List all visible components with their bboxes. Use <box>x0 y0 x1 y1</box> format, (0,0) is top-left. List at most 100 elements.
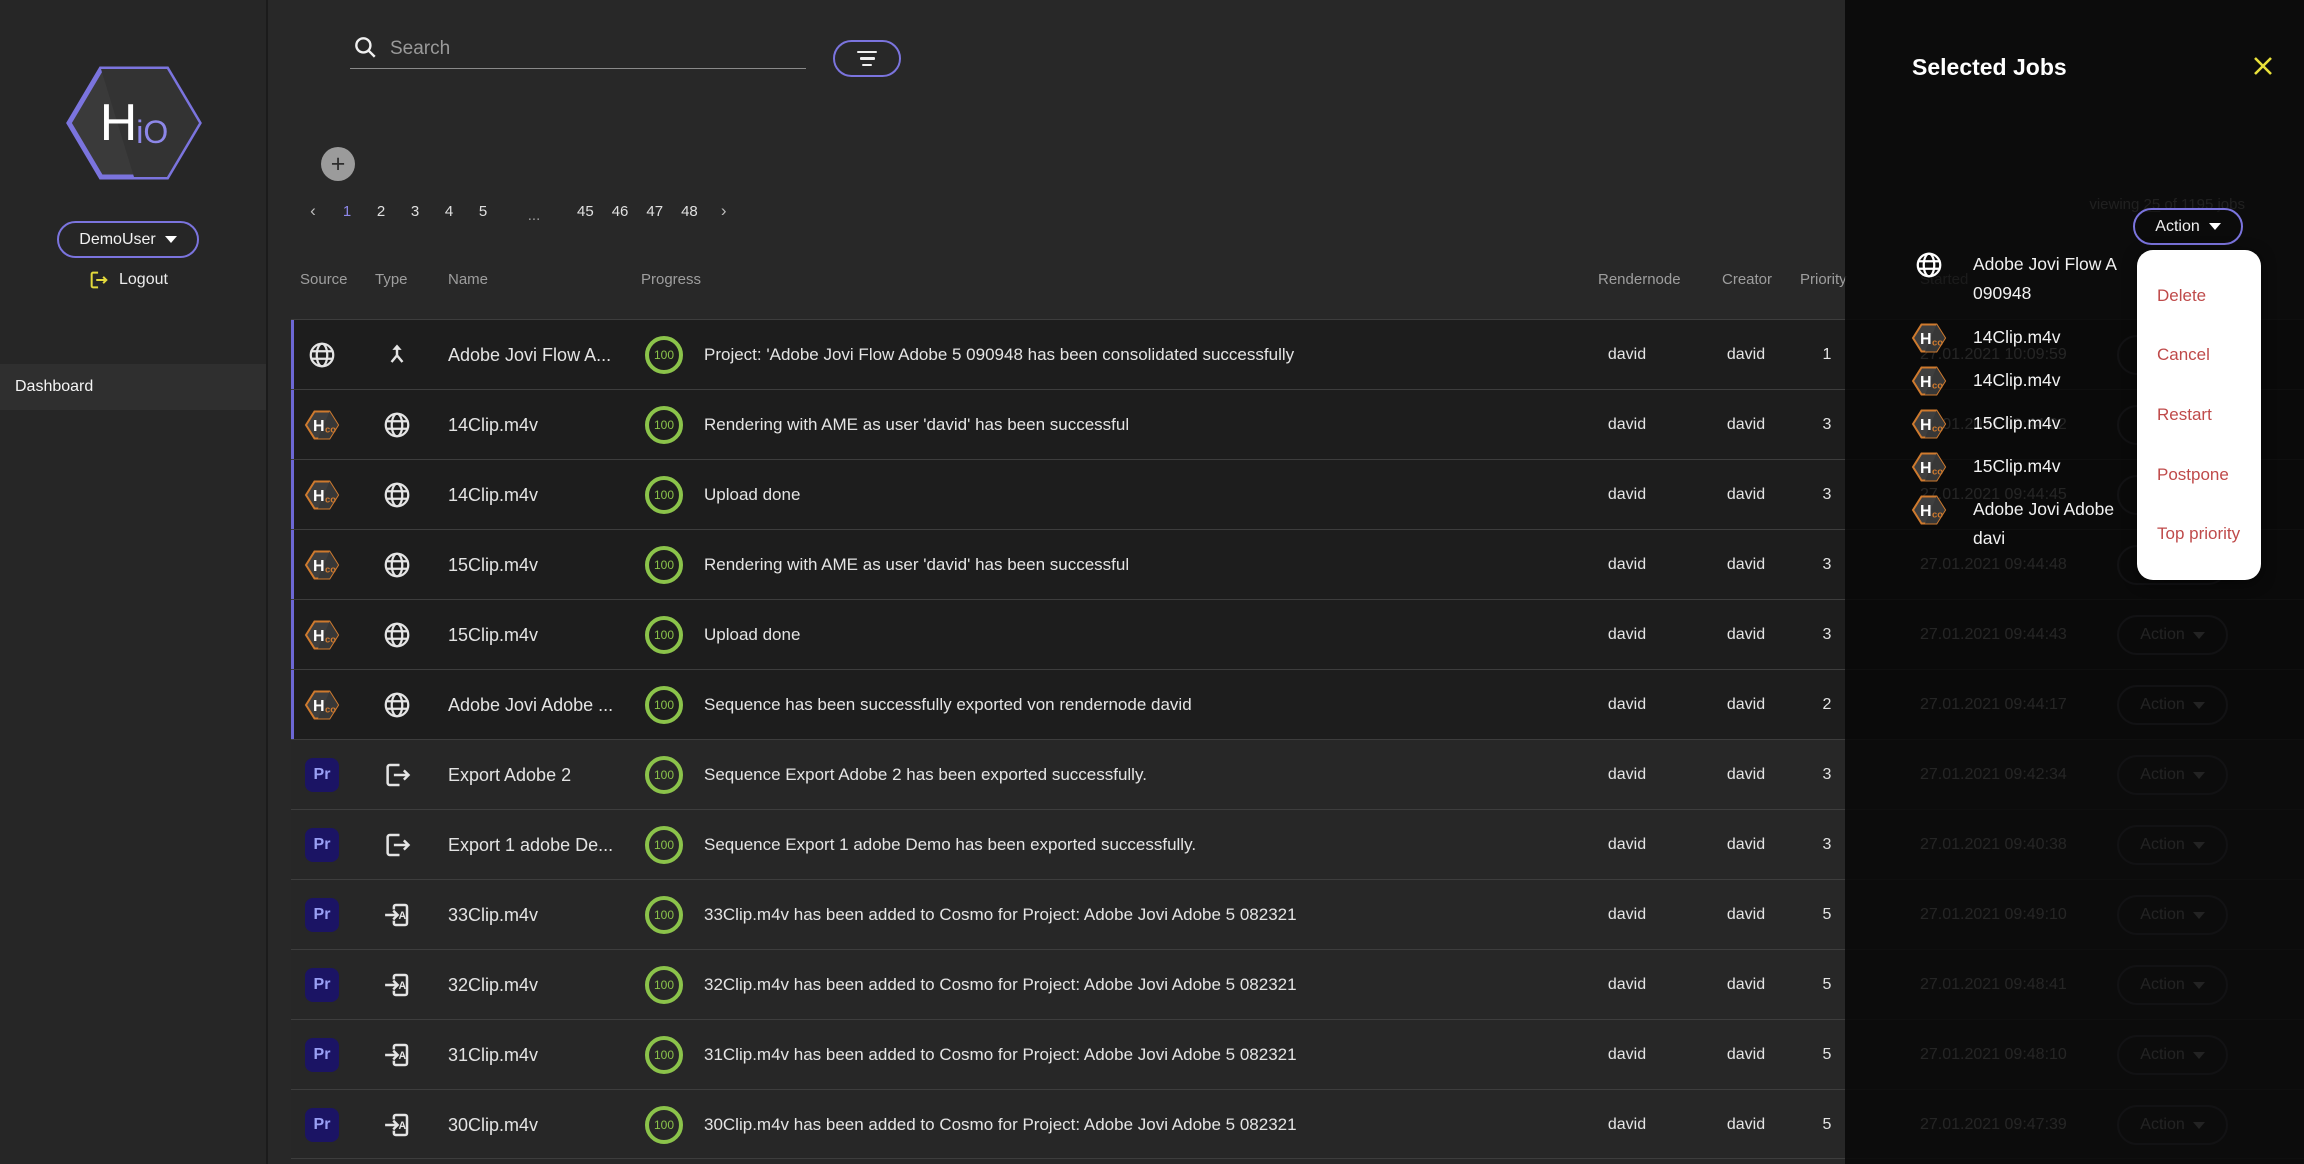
hco-badge: Hco <box>1911 320 1947 356</box>
globe-icon <box>302 320 342 390</box>
column-header-rendernode[interactable]: Rendernode <box>1598 271 1681 288</box>
svg-text:H: H <box>313 628 325 645</box>
pr-badge: Pr <box>302 1090 342 1160</box>
menu-item-delete[interactable]: Delete <box>2137 276 2261 316</box>
close-icon[interactable] <box>2249 53 2277 81</box>
menu-item-restart[interactable]: Restart <box>2137 395 2261 435</box>
creator-cell: david <box>1696 880 1796 950</box>
export-icon <box>377 740 417 810</box>
svg-text:co: co <box>1932 424 1943 435</box>
rendernode-cell: david <box>1577 810 1677 880</box>
job-name: Adobe Jovi Adobe ... <box>448 670 628 740</box>
progress-indicator: 100 <box>644 1090 684 1160</box>
hco-badge: Hco <box>302 460 342 530</box>
filter-button[interactable] <box>833 40 901 77</box>
pr-badge: Pr <box>302 810 342 880</box>
filter-icon <box>857 51 877 54</box>
svg-text:H: H <box>1920 374 1932 391</box>
creator-cell: david <box>1696 670 1796 740</box>
menu-item-top-priority[interactable]: Top priority <box>2137 514 2261 554</box>
progress-ring: 100 <box>645 616 683 654</box>
menu-item-cancel[interactable]: Cancel <box>2137 335 2261 375</box>
creator-cell: david <box>1696 1090 1796 1160</box>
hco-badge: Hco <box>1911 449 1947 485</box>
svg-text:co: co <box>1932 467 1943 478</box>
svg-text:co: co <box>325 425 336 436</box>
chevron-down-icon <box>2209 223 2221 230</box>
rendernode-cell: david <box>1577 390 1677 460</box>
column-header-name[interactable]: Name <box>448 271 488 288</box>
add-job-button[interactable]: + <box>321 147 355 181</box>
creator-cell: david <box>1696 460 1796 530</box>
search-icon <box>352 34 378 65</box>
job-name: 15Clip.m4v <box>448 600 628 670</box>
rendernode-cell: david <box>1577 320 1677 390</box>
job-name: 32Clip.m4v <box>448 950 628 1020</box>
svg-text:H: H <box>1920 417 1932 434</box>
selected-job-name: 15Clip.m4v <box>1973 409 2148 438</box>
user-menu-button[interactable]: DemoUser <box>57 221 199 258</box>
pr-badge: Pr <box>302 880 342 950</box>
svg-text:H: H <box>1920 503 1932 520</box>
page-button-1[interactable]: 1 <box>335 201 359 222</box>
pr-badge: Pr <box>302 950 342 1020</box>
page-button-46[interactable]: 46 <box>608 201 633 222</box>
import-icon: A <box>377 1020 417 1090</box>
creator-cell: david <box>1696 390 1796 460</box>
progress-ring: 100 <box>645 966 683 1004</box>
hco-badge: Hco <box>1911 492 1947 528</box>
app-logo: HiO <box>64 62 204 184</box>
sidebar: HiO DemoUser Logout Dashboard <box>0 0 268 1164</box>
rendernode-cell: david <box>1577 950 1677 1020</box>
page-button-2[interactable]: 2 <box>369 201 393 222</box>
progress-ring: 100 <box>645 476 683 514</box>
svg-text:co: co <box>1932 338 1943 349</box>
column-header-priority[interactable]: Priority <box>1800 271 1847 288</box>
page-button-45[interactable]: 45 <box>573 201 598 222</box>
svg-text:co: co <box>325 495 336 506</box>
import-icon: A <box>377 880 417 950</box>
panel-title: Selected Jobs <box>1912 54 2067 81</box>
job-name: 30Clip.m4v <box>448 1090 628 1160</box>
svg-text:H: H <box>1920 460 1932 477</box>
pagination: ‹12345...45464748› <box>296 196 741 226</box>
job-name: Export Adobe 2 <box>448 740 628 810</box>
column-header-type[interactable]: Type <box>375 271 408 288</box>
page-button-48[interactable]: 48 <box>677 201 702 222</box>
column-header-source[interactable]: Source <box>300 271 348 288</box>
progress-indicator: 100 <box>644 460 684 530</box>
page-button-5[interactable]: 5 <box>471 201 495 222</box>
page-button-4[interactable]: 4 <box>437 201 461 222</box>
menu-item-postpone[interactable]: Postpone <box>2137 455 2261 495</box>
page-next-button[interactable]: › <box>712 199 736 223</box>
column-header-creator[interactable]: Creator <box>1722 271 1772 288</box>
import-icon: A <box>377 950 417 1020</box>
progress-ring: 100 <box>645 686 683 724</box>
column-header-progress[interactable]: Progress <box>641 271 701 288</box>
job-name: 33Clip.m4v <box>448 880 628 950</box>
page-prev-button[interactable]: ‹ <box>301 199 325 223</box>
globe-icon <box>377 460 417 530</box>
selected-job-name: 14Clip.m4v <box>1973 366 2148 395</box>
svg-text:A: A <box>399 1120 407 1132</box>
hco-badge: Hco <box>302 600 342 670</box>
search-input[interactable] <box>388 33 792 65</box>
merge-icon <box>377 320 417 390</box>
job-name: 31Clip.m4v <box>448 1020 628 1090</box>
progress-ring: 100 <box>645 336 683 374</box>
sidebar-item-dashboard[interactable]: Dashboard <box>0 364 266 410</box>
selected-job-name: Adobe Jovi Flow A090948 <box>1973 250 2148 308</box>
creator-cell: david <box>1696 320 1796 390</box>
panel-action-button[interactable]: Action <box>2133 208 2243 245</box>
progress-ring: 100 <box>645 756 683 794</box>
svg-text:A: A <box>399 1050 407 1062</box>
page-button-3[interactable]: 3 <box>403 201 427 222</box>
page-button-47[interactable]: 47 <box>642 201 667 222</box>
job-name: 14Clip.m4v <box>448 390 628 460</box>
progress-ring: 100 <box>645 1106 683 1144</box>
rendernode-cell: david <box>1577 880 1677 950</box>
logo-text: HiO <box>64 62 204 184</box>
job-name: Adobe Jovi Flow A... <box>448 320 628 390</box>
progress-indicator: 100 <box>644 670 684 740</box>
svg-text:H: H <box>313 558 325 575</box>
